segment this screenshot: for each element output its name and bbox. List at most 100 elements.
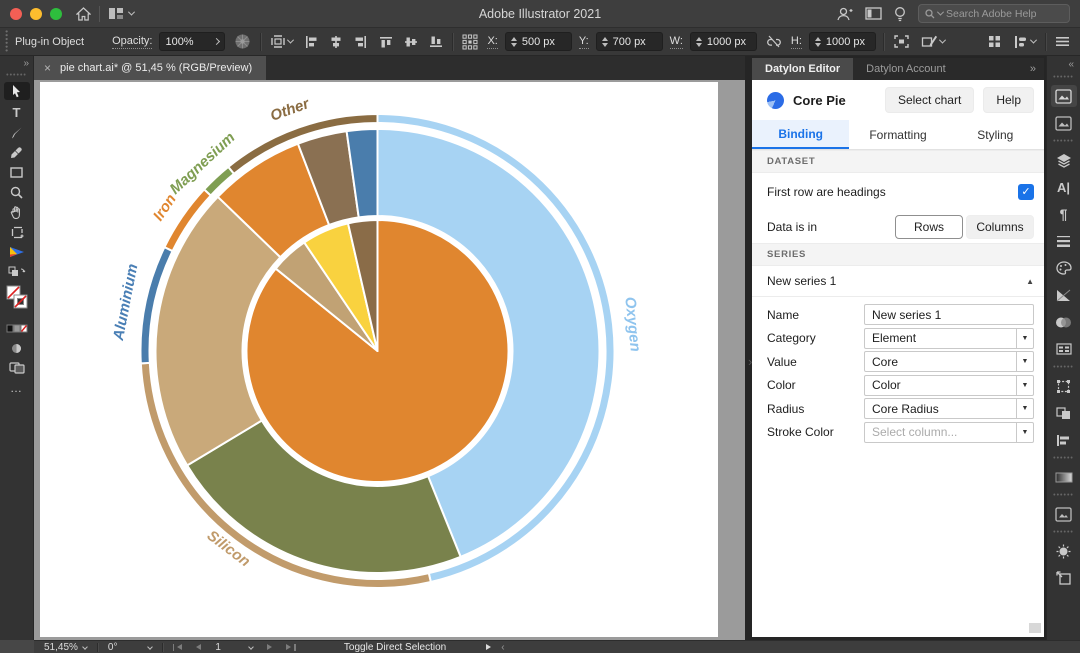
draw-modes-icon[interactable] [4, 360, 30, 376]
search-input[interactable] [946, 8, 1063, 20]
x-value[interactable]: 500 px [522, 36, 566, 48]
transparency-panel-icon[interactable] [1051, 311, 1077, 333]
zoom-tool[interactable] [4, 184, 30, 200]
artboard[interactable]: OxygenSiliconAluminiumIronMagnesiumOther [40, 82, 718, 637]
rectangle-tool[interactable] [4, 164, 30, 180]
paragraph-panel-icon[interactable]: ¶ [1051, 203, 1077, 225]
fill-stroke-swatches[interactable] [4, 284, 30, 316]
panel-expand-icon[interactable]: » [1030, 63, 1044, 75]
cc-libraries-icon[interactable] [1051, 112, 1077, 134]
previous-artboard-button[interactable] [192, 644, 205, 650]
stacking-options-icon[interactable] [1011, 33, 1038, 51]
y-stepper[interactable] [602, 37, 608, 47]
panel-collapse-chevron-icon[interactable]: › [745, 352, 755, 371]
stroke-panel-icon[interactable] [1051, 230, 1077, 252]
radius-dropdown-arrow-icon[interactable]: ▼ [1016, 399, 1033, 418]
transform-panel-icon[interactable] [1051, 375, 1077, 397]
workspace-switcher-icon[interactable] [108, 7, 134, 20]
tools-expand-icon[interactable]: » [23, 58, 33, 69]
opacity-label[interactable]: Opacity: [112, 35, 152, 49]
arrange-documents-icon[interactable] [865, 7, 882, 20]
edit-toolbar-ellipsis-icon[interactable]: … [4, 380, 30, 396]
artboard-options-icon[interactable] [268, 32, 295, 51]
height-value[interactable]: 1000 px [826, 36, 870, 48]
appearance-panel-icon[interactable] [1051, 338, 1077, 360]
close-document-icon[interactable]: × [44, 61, 51, 75]
value-dropdown[interactable]: Core ▼ [864, 351, 1034, 372]
align-left-icon[interactable] [302, 33, 320, 51]
align-center-horizontal-icon[interactable] [327, 33, 345, 51]
align-top-icon[interactable] [377, 33, 395, 51]
gradient-panel-icon[interactable] [1051, 284, 1077, 306]
category-dropdown-arrow-icon[interactable]: ▼ [1016, 329, 1033, 348]
width-label[interactable]: W: [670, 35, 683, 49]
share-account-icon[interactable] [836, 6, 853, 22]
tab-binding[interactable]: Binding [752, 120, 849, 149]
opacity-expand-chevron-icon[interactable] [213, 38, 220, 45]
minimize-window-button[interactable] [30, 8, 42, 20]
options-bar-drag-handle[interactable]: •••••• [4, 30, 8, 53]
last-artboard-button[interactable] [282, 644, 300, 651]
character-panel-icon[interactable]: A| [1051, 176, 1077, 198]
series-title-row[interactable]: New series 1 ▲ [752, 266, 1044, 297]
x-field[interactable]: 500 px [505, 32, 572, 51]
color-dropdown-arrow-icon[interactable]: ▼ [1016, 376, 1033, 395]
width-field[interactable]: 1000 px [690, 32, 757, 51]
artboard-dropdown-chevron-icon[interactable] [249, 644, 255, 650]
transform-icon[interactable] [891, 32, 912, 51]
zoom-window-button[interactable] [50, 8, 62, 20]
series-name-input[interactable] [864, 304, 1034, 325]
datylon-plugin-icon[interactable] [4, 244, 30, 260]
width-stepper[interactable] [696, 37, 702, 47]
panels-expand-icon[interactable]: « [1068, 59, 1080, 70]
gradient-swatch-icon[interactable] [1051, 466, 1077, 488]
strip-drag-handle[interactable]: •••••• [1053, 75, 1074, 80]
symbols-panel-icon[interactable] [1051, 567, 1077, 589]
align-bottom-icon[interactable] [427, 33, 445, 51]
document-tab[interactable]: × pie chart.ai* @ 51,45 % (RGB/Preview) [34, 56, 266, 80]
color-panel-icon[interactable] [1051, 257, 1077, 279]
height-field[interactable]: 1000 px [809, 32, 876, 51]
snap-options-icon[interactable] [985, 32, 1004, 51]
zoom-level-dropdown[interactable]: 51,45% [40, 642, 91, 653]
tab-formatting[interactable]: Formatting [849, 120, 946, 149]
rotation-dropdown-chevron-icon[interactable] [147, 644, 153, 650]
stroke-color-dropdown[interactable]: Select column... ▼ [864, 422, 1034, 443]
status-flyout-icon[interactable] [486, 644, 491, 650]
tab-datylon-editor[interactable]: Datylon Editor [752, 58, 853, 80]
category-dropdown[interactable]: Element ▼ [864, 328, 1034, 349]
select-chart-button[interactable]: Select chart [885, 87, 974, 113]
align-center-vertical-icon[interactable] [402, 33, 420, 51]
tab-styling[interactable]: Styling [947, 120, 1044, 149]
unlink-dimensions-icon[interactable] [764, 33, 784, 50]
opacity-field[interactable]: 100% [159, 32, 225, 51]
eyedropper-tool[interactable] [4, 144, 30, 160]
first-row-headings-checkbox[interactable]: ✓ [1018, 184, 1034, 200]
artboards-panel-icon[interactable] [1051, 503, 1077, 525]
help-search-box[interactable] [918, 4, 1070, 23]
value-dropdown-arrow-icon[interactable]: ▼ [1016, 352, 1033, 371]
series-collapse-icon[interactable]: ▲ [1026, 277, 1034, 286]
artboard-navigation-dropdown[interactable]: 1 [211, 642, 257, 653]
artboard-tool[interactable] [4, 224, 30, 240]
columns-button[interactable]: Columns [966, 215, 1034, 239]
pathfinder-panel-icon[interactable] [1051, 402, 1077, 424]
tab-datylon-account[interactable]: Datylon Account [853, 58, 959, 80]
reference-point-locator-icon[interactable] [460, 32, 480, 52]
swap-fill-stroke-icon[interactable] [4, 264, 30, 280]
stroke-color-dropdown-arrow-icon[interactable]: ▼ [1016, 423, 1033, 442]
next-artboard-button[interactable] [263, 644, 276, 650]
first-artboard-button[interactable] [169, 644, 187, 651]
close-window-button[interactable] [10, 8, 22, 20]
search-scope-chevron-icon[interactable] [937, 9, 944, 16]
height-stepper[interactable] [815, 37, 821, 47]
libraries-panel-icon[interactable] [1051, 85, 1077, 107]
paintbrush-tool[interactable] [4, 124, 30, 140]
height-label[interactable]: H: [791, 35, 802, 49]
shape-builder-icon[interactable] [4, 340, 30, 356]
color-dropdown[interactable]: Color ▼ [864, 375, 1034, 396]
status-collapse-chevron-icon[interactable]: ‹ [501, 642, 504, 653]
pie-chart-svg[interactable]: OxygenSiliconAluminiumIronMagnesiumOther [40, 82, 718, 637]
y-field[interactable]: 700 px [596, 32, 663, 51]
y-label[interactable]: Y: [579, 35, 589, 49]
